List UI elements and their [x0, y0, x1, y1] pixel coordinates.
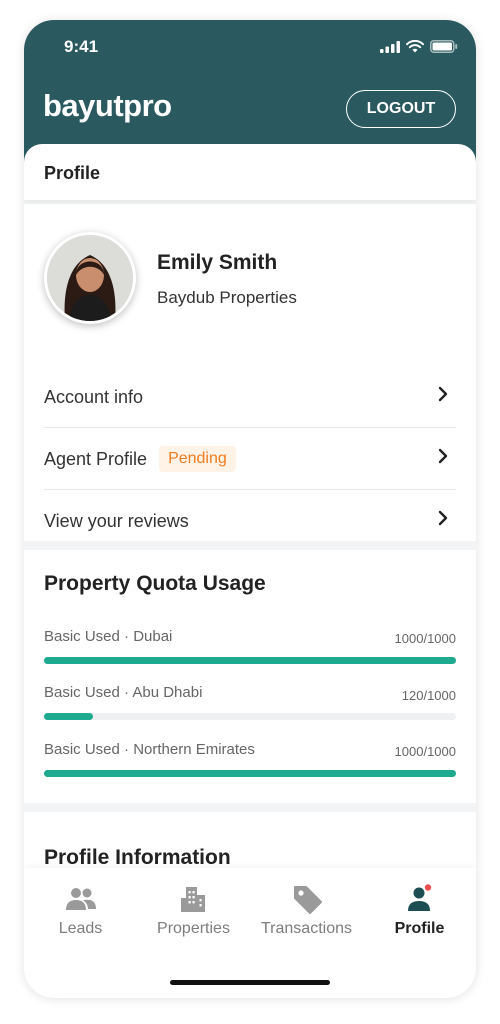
tab-profile[interactable]: Profile	[363, 884, 476, 938]
battery-icon	[430, 40, 458, 53]
wifi-icon	[406, 40, 424, 53]
tab-properties[interactable]: Properties	[137, 884, 250, 938]
tab-transactions[interactable]: Transactions	[250, 884, 363, 938]
logout-button[interactable]: LOGOUT	[346, 90, 456, 128]
chevron-right-icon	[438, 386, 448, 402]
menu-item-label: View your reviews	[44, 510, 189, 531]
quota-value: 1000/1000	[394, 631, 456, 646]
bayutpro-logo: bayutpro	[43, 88, 172, 123]
user-name: Emily Smith	[157, 251, 278, 274]
page-title: Profile	[44, 163, 101, 183]
status-icons	[380, 40, 458, 53]
quota-label: Basic Used · Dubai	[44, 628, 173, 645]
bottom-tab-bar: Leads Properties Transactions Profile	[24, 868, 476, 998]
tab-leads[interactable]: Leads	[24, 884, 137, 938]
tab-label: Profile	[394, 920, 445, 937]
quota-title: Property Quota Usage	[44, 572, 266, 595]
quota-progress-fill	[44, 713, 94, 720]
quota-progress-bar	[44, 770, 456, 777]
phone-frame: 9:41 bayutpro LOGOUT Profile Emily Smith…	[24, 20, 476, 998]
quota-progress-fill	[44, 657, 456, 664]
page-title-bar: Profile	[24, 144, 476, 200]
notification-dot	[424, 884, 431, 891]
menu-item-view-reviews[interactable]: View your reviews	[44, 490, 456, 552]
home-indicator	[170, 980, 330, 985]
signal-icon	[380, 40, 400, 53]
quota-card: Property Quota Usage Basic Used · Dubai …	[24, 550, 476, 803]
chevron-right-icon	[438, 510, 448, 526]
user-company: Baydub Properties	[157, 288, 297, 307]
quota-label: Basic Used · Abu Dhabi	[44, 684, 203, 701]
tab-label: Leads	[58, 920, 103, 937]
profile-information-title: Profile Information	[44, 846, 231, 869]
menu-item-account-info[interactable]: Account info	[44, 366, 456, 428]
avatar-photo	[47, 235, 133, 321]
quota-value: 120/1000	[401, 688, 456, 703]
status-time: 9:41	[64, 37, 99, 56]
profile-card: Emily Smith Baydub Properties Account in…	[24, 204, 476, 541]
people-icon	[65, 888, 96, 910]
menu-item-agent-profile[interactable]: Agent Profile Pending	[44, 428, 456, 490]
tab-label: Properties	[157, 920, 230, 937]
menu-item-label: Agent Profile	[44, 448, 148, 469]
quota-value: 1000/1000	[394, 744, 456, 759]
menu-item-label: Account info	[44, 386, 144, 407]
tab-label: Transactions	[261, 920, 352, 937]
building-icon	[180, 887, 205, 912]
chevron-right-icon	[438, 448, 448, 464]
quota-progress-bar	[44, 657, 456, 664]
pending-badge: Pending	[159, 446, 236, 472]
quota-progress-bar	[44, 713, 456, 720]
quota-progress-fill	[44, 770, 456, 777]
tag-icon	[293, 886, 322, 914]
profile-icon	[407, 884, 431, 911]
quota-label: Basic Used · Northern Emirates	[44, 741, 255, 758]
avatar[interactable]	[44, 232, 136, 324]
